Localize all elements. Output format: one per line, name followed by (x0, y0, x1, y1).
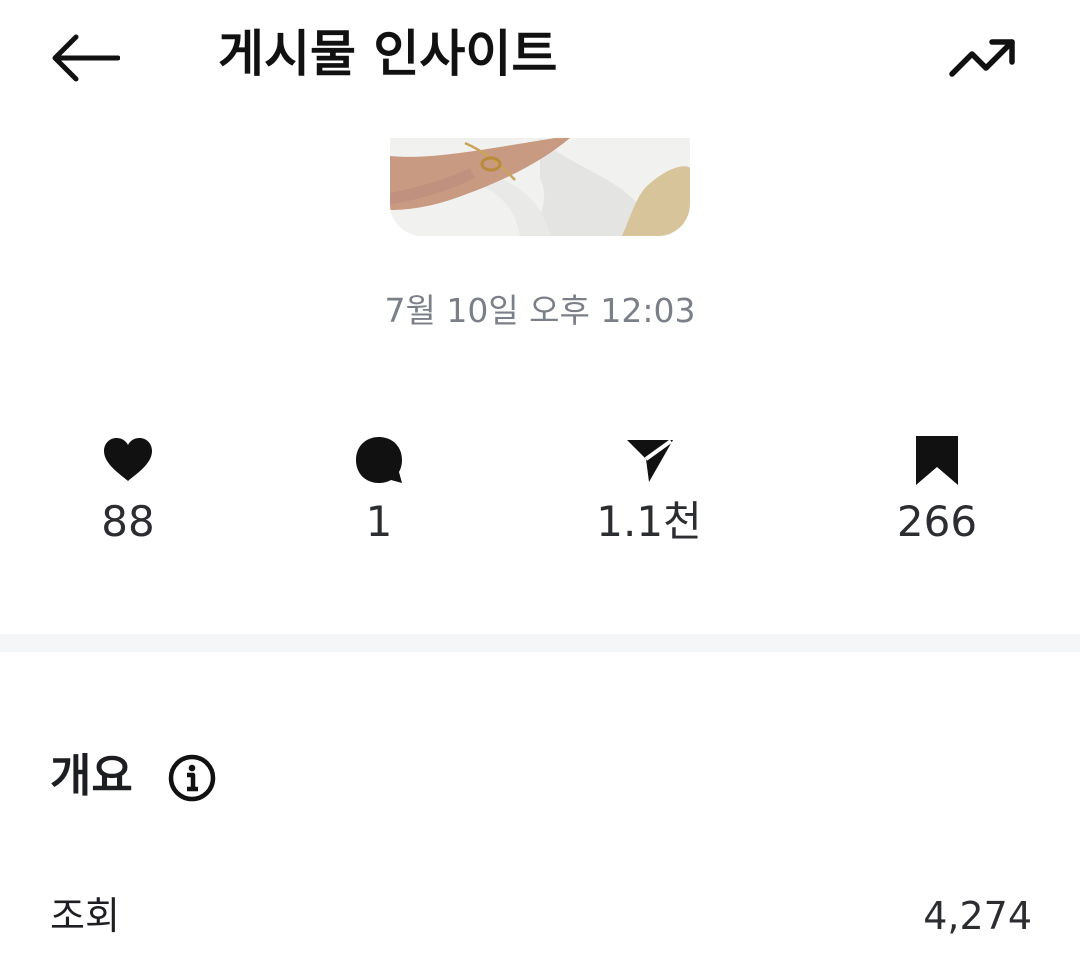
trend-button[interactable] (944, 26, 1024, 90)
post-thumbnail[interactable] (390, 138, 690, 236)
back-button[interactable] (44, 26, 124, 90)
page-title: 게시물 인사이트 (218, 25, 558, 83)
section-divider (0, 634, 1080, 652)
heart-icon (104, 438, 152, 481)
info-icon (168, 754, 216, 802)
saves-count: 266 (896, 497, 978, 546)
views-value: 4,274 (923, 894, 1032, 938)
likes-count: 88 (101, 497, 155, 546)
send-icon (627, 439, 673, 482)
post-image (390, 138, 690, 236)
comments-count: 1 (365, 497, 393, 546)
info-button[interactable] (166, 752, 218, 804)
stat-likes: 88 (8, 430, 248, 552)
trending-up-icon (949, 39, 1015, 77)
post-date: 7월 10일 오후 12:03 (384, 291, 696, 330)
stat-comments: 1 (259, 430, 499, 552)
views-label: 조회 (50, 894, 120, 938)
post-insights-screen: 게시물 인사이트 7월 10일 오후 12:03 88 1 1.1천 266 개… (0, 0, 1080, 964)
stat-shares: 1.1천 (529, 430, 769, 552)
arrow-left-icon (52, 34, 120, 82)
comment-icon (356, 437, 402, 483)
header: 게시물 인사이트 (0, 0, 1080, 115)
stat-saves: 266 (817, 430, 1057, 552)
shares-count: 1.1천 (596, 497, 702, 546)
overview-title: 개요 (50, 749, 133, 802)
bookmark-icon (916, 436, 958, 485)
